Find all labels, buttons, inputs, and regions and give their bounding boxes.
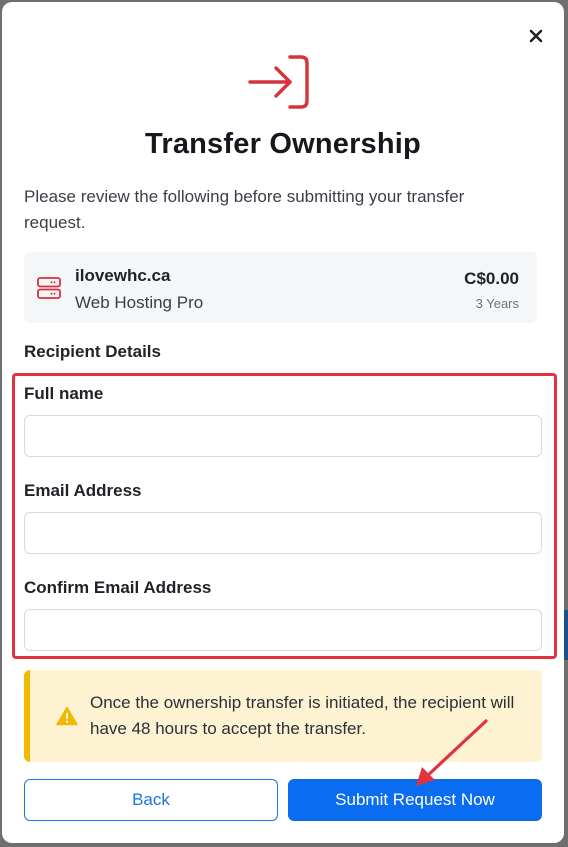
transfer-arrow-icon [246, 54, 312, 110]
alert-message: Once the ownership transfer is initiated… [90, 693, 515, 738]
email-label: Email Address [24, 481, 142, 500]
service-price: C$0.00 [464, 269, 519, 288]
dialog-title: Transfer Ownership [145, 128, 421, 160]
warning-icon [56, 706, 78, 726]
submit-request-button[interactable]: Submit Request Now [288, 779, 542, 821]
transfer-warning-alert: Once the ownership transfer is initiated… [24, 670, 542, 762]
service-term: 3 Years [475, 296, 519, 311]
service-summary: ilovewhc.ca Web Hosting Pro C$0.00 3 Yea… [24, 252, 537, 323]
confirm-email-field[interactable] [24, 609, 542, 651]
close-icon[interactable] [526, 26, 546, 46]
email-field[interactable] [24, 512, 542, 554]
full-name-label: Full name [24, 384, 104, 403]
server-icon [36, 276, 62, 300]
service-domain: ilovewhc.ca [75, 266, 171, 285]
recipient-details-heading: Recipient Details [24, 342, 161, 361]
dialog-intro: Please review the following before submi… [24, 187, 465, 232]
transfer-ownership-dialog: Transfer Ownership Please review the fol… [2, 2, 564, 843]
back-button[interactable]: Back [24, 779, 278, 821]
service-plan: Web Hosting Pro [75, 293, 204, 312]
full-name-field[interactable] [24, 415, 542, 457]
confirm-email-label: Confirm Email Address [24, 578, 212, 597]
